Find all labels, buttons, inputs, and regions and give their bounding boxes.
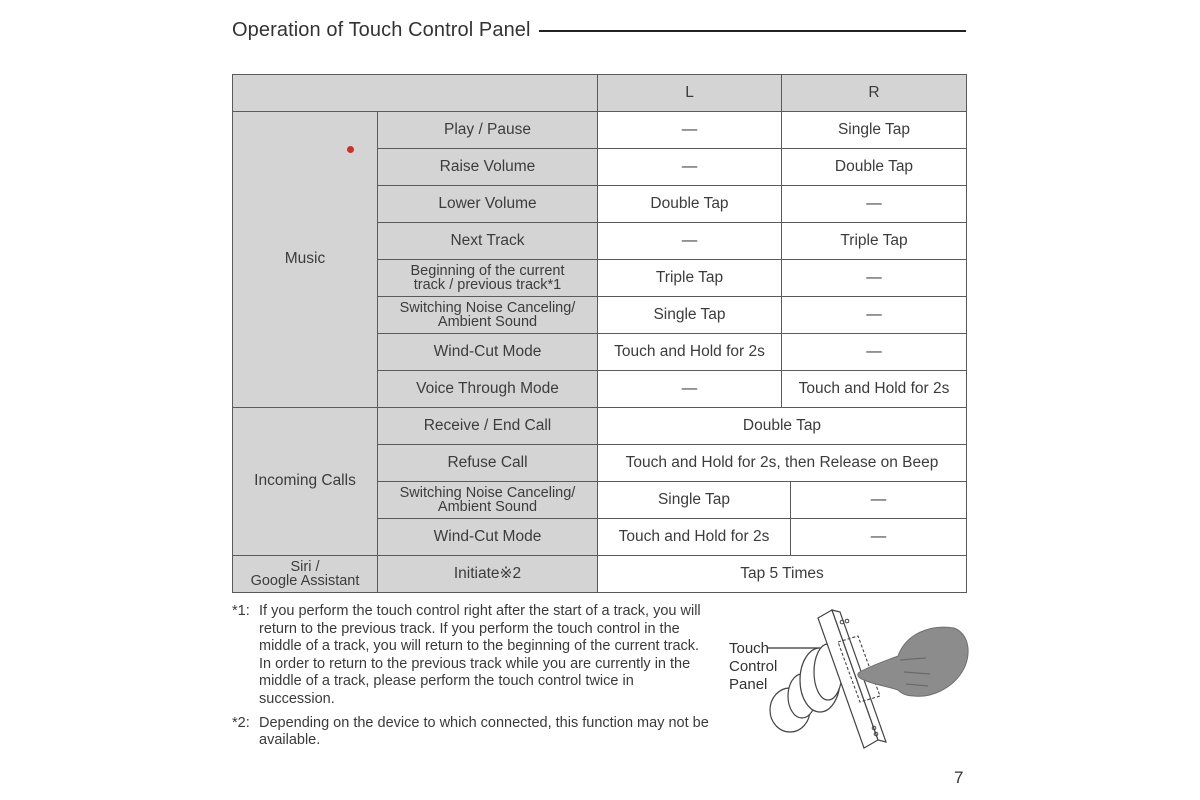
right-action-cell: — xyxy=(870,527,887,545)
footnotes: *1: If you perform the touch control rig… xyxy=(232,603,712,756)
both-action-cell: Tap 5 Times xyxy=(597,555,967,593)
footnote: *2: Depending on the device to which con… xyxy=(232,715,712,750)
touch-control-table: L R Music Play / Pause — Single Tap Rais… xyxy=(232,74,967,593)
table-row: Music Play / Pause — Single Tap xyxy=(232,111,967,408)
pointing-hand-shape xyxy=(857,626,969,697)
both-action-cell: Touch and Hold for 2s, then Release on B… xyxy=(597,444,967,482)
function-cell: Initiate※2 xyxy=(377,555,598,593)
function-cell: Wind-Cut Mode xyxy=(377,518,598,556)
left-action-cell: Single Tap xyxy=(597,296,782,334)
left-action-cell: Single Tap xyxy=(598,482,791,518)
footnote: *1: If you perform the touch control rig… xyxy=(232,603,712,709)
group-label-incoming-calls: Incoming Calls xyxy=(232,407,378,556)
footnote-text: If you perform the touch control right a… xyxy=(259,603,701,707)
footnote-mark: *1: xyxy=(232,603,250,619)
function-cell: Switching Noise Canceling/ Ambient Sound xyxy=(377,296,598,334)
left-action-cell: Touch and Hold for 2s xyxy=(597,333,782,371)
split-action-cell: Single Tap — xyxy=(597,481,967,519)
earbud-touch-finger-icon xyxy=(768,609,969,749)
right-action-cell: — xyxy=(781,333,967,371)
right-action-cell: Double Tap xyxy=(781,148,967,186)
right-action-cell: — xyxy=(781,296,967,334)
left-action-cell: — xyxy=(597,111,782,149)
section-header: Operation of Touch Control Panel xyxy=(232,16,966,44)
table-row: Siri / Google Assistant Initiate※2 Tap 5… xyxy=(232,555,967,593)
page-number: 7 xyxy=(954,768,964,787)
group-label-line: Google Assistant xyxy=(250,573,360,589)
split-action-cell: Touch and Hold for 2s — xyxy=(597,518,967,556)
group-label-voice-assistant: Siri / Google Assistant xyxy=(232,555,378,593)
right-action-cell: — xyxy=(781,259,967,297)
function-cell: Play / Pause xyxy=(377,111,598,149)
function-cell: Lower Volume xyxy=(377,185,598,223)
both-action-cell: Double Tap xyxy=(597,407,967,445)
right-action-cell: Touch and Hold for 2s xyxy=(781,370,967,408)
right-action-cell: Triple Tap xyxy=(781,222,967,260)
table-row: Incoming Calls Receive / End Call Double… xyxy=(232,407,967,556)
left-action-cell: Triple Tap xyxy=(597,259,782,297)
function-cell: Wind-Cut Mode xyxy=(377,333,598,371)
function-cell: Switching Noise Canceling/ Ambient Sound xyxy=(377,481,598,519)
function-cell: Voice Through Mode xyxy=(377,370,598,408)
header-col-right: R xyxy=(781,74,967,112)
function-line: track / previous track*1 xyxy=(413,277,562,293)
left-action-cell: — xyxy=(597,148,782,186)
function-cell: Receive / End Call xyxy=(377,407,598,445)
function-cell: Raise Volume xyxy=(377,148,598,186)
header-blank-cell xyxy=(232,74,598,112)
function-cell: Refuse Call xyxy=(377,444,598,482)
function-line: Switching Noise Canceling/ xyxy=(399,484,576,501)
left-action-cell: Touch and Hold for 2s xyxy=(598,519,791,555)
header-col-left: L xyxy=(597,74,782,112)
ear-tip-shape xyxy=(769,643,843,733)
group-label-line: Siri / xyxy=(290,558,320,575)
left-action-cell: Double Tap xyxy=(597,185,782,223)
left-action-cell: — xyxy=(597,222,782,260)
function-cell: Beginning of the current track / previou… xyxy=(377,259,598,297)
function-cell: Next Track xyxy=(377,222,598,260)
page-title: Operation of Touch Control Panel xyxy=(232,18,531,41)
right-action-cell: — xyxy=(781,185,967,223)
function-line: Ambient Sound xyxy=(437,499,538,515)
right-action-cell: — xyxy=(870,490,887,508)
left-action-cell: — xyxy=(597,370,782,408)
title-rule-divider xyxy=(538,30,966,32)
table-header-row: L R xyxy=(232,74,967,112)
function-line: Beginning of the current xyxy=(410,262,565,279)
right-action-cell: Single Tap xyxy=(781,111,967,149)
function-line: Ambient Sound xyxy=(437,314,538,330)
group-label-music: Music xyxy=(232,111,378,408)
footnote-text: Depending on the device to which connect… xyxy=(259,714,709,749)
function-line: Switching Noise Canceling/ xyxy=(399,299,576,316)
footnote-mark: *2: xyxy=(232,714,250,731)
marker-dot-icon xyxy=(347,146,354,153)
